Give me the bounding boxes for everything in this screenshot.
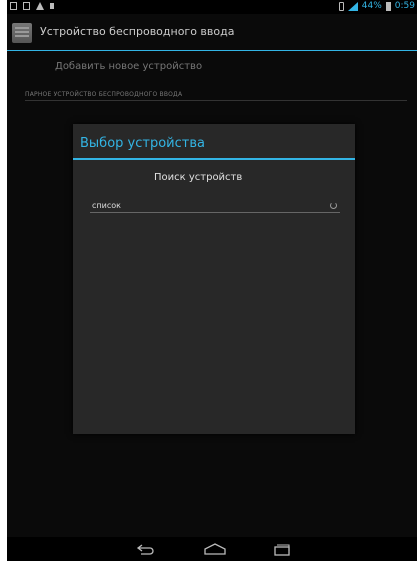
home-icon[interactable]	[203, 542, 227, 556]
device-screen: 44% 0:59 Устройство беспроводного ввода …	[7, 0, 417, 561]
section-divider	[25, 100, 407, 101]
signal-icon	[347, 1, 358, 11]
battery-percent: 44%	[361, 1, 382, 11]
keyboard-icon[interactable]	[12, 23, 32, 43]
dialog-title-divider	[73, 158, 355, 160]
loading-spinner-icon	[330, 202, 337, 209]
device-list-label: список	[92, 201, 121, 210]
paired-devices-header: ПАРНОЕ УСТРОЙСТВО БЕСПРОВОДНОГО ВВОДА	[25, 91, 183, 98]
dialog-title: Выбор устройства	[80, 136, 205, 151]
system-status: 44% 0:59	[338, 1, 415, 11]
image-notification-icon	[10, 2, 17, 10]
status-bar: 44% 0:59	[7, 0, 417, 14]
back-icon[interactable]	[136, 542, 154, 556]
lock-notification-icon	[50, 3, 54, 9]
add-new-device-button[interactable]: Добавить новое устройство	[55, 61, 202, 72]
device-selection-dialog: Выбор устройства Поиск устройств список	[73, 124, 355, 434]
navigation-bar	[7, 537, 417, 561]
action-bar: Устройство беспроводного ввода	[7, 14, 417, 51]
list-underline	[90, 212, 340, 213]
notification-icons	[10, 2, 54, 10]
page-title: Устройство беспроводного ввода	[40, 25, 235, 38]
battery-icon	[385, 1, 391, 11]
search-devices-label: Поиск устройств	[154, 172, 243, 183]
bluetooth-icon	[338, 1, 344, 11]
recent-apps-icon[interactable]	[273, 542, 291, 556]
usb-notification-icon	[23, 2, 30, 10]
clock: 0:59	[394, 1, 415, 11]
warning-notification-icon	[36, 2, 44, 10]
